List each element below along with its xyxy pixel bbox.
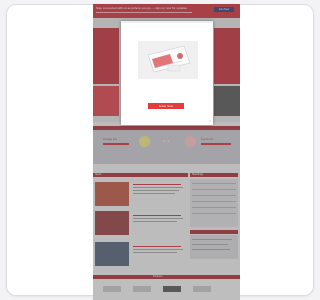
ticket-image [138, 41, 198, 79]
ticket-illustration [147, 45, 191, 73]
promo-modal: Enter Now × [121, 21, 213, 125]
modal-header [121, 21, 213, 23]
enter-button[interactable]: Enter Now [148, 103, 184, 109]
website-screenshot: Stay connected with us anywhere you go —… [93, 4, 240, 300]
close-icon[interactable]: × [209, 120, 211, 123]
